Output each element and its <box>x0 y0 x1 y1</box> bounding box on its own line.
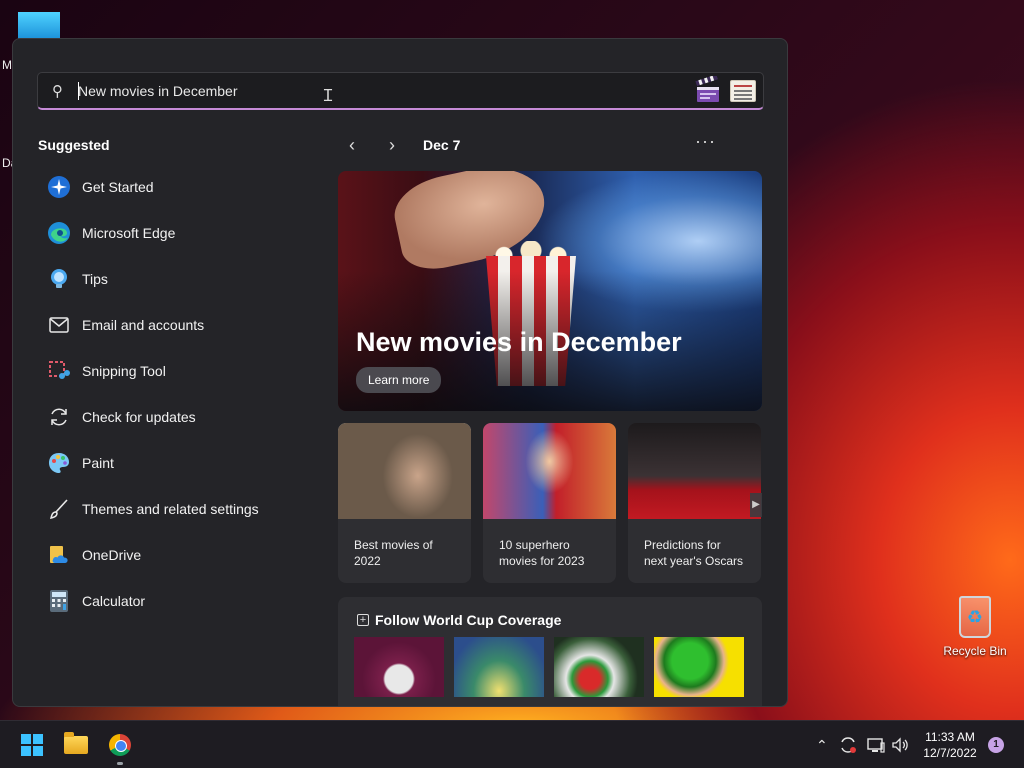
chrome-button[interactable] <box>100 729 140 761</box>
world-cup-thumbnail[interactable] <box>554 637 644 697</box>
search-box[interactable]: ⚲ Ｉ <box>37 72 764 110</box>
suggested-item-microsoft-edge[interactable]: Microsoft Edge <box>46 210 316 256</box>
snipping-tool-icon <box>46 358 72 384</box>
desktop-label-fragment: M <box>2 58 12 72</box>
highlight-card[interactable]: 10 superhero movies for 2023 <box>483 423 616 583</box>
windows-logo-icon <box>21 734 43 756</box>
learn-more-button[interactable]: Learn more <box>356 367 442 393</box>
desktop-icon[interactable] <box>18 12 60 40</box>
suggested-item-label: Paint <box>82 455 114 471</box>
suggested-item-get-started[interactable]: Get Started <box>46 164 316 210</box>
suggested-item-label: Microsoft Edge <box>82 225 176 241</box>
add-icon: + <box>357 614 369 626</box>
hero-card[interactable]: New movies in December Learn more <box>338 171 762 411</box>
highlight-card[interactable]: Best movies of 2022 <box>338 423 471 583</box>
sync-icon[interactable] <box>838 721 858 768</box>
recycle-bin-label: Recycle Bin <box>943 644 1007 658</box>
highlights-date: Dec 7 <box>423 137 461 153</box>
hero-title: New movies in December <box>356 327 682 357</box>
suggested-item-label: Calculator <box>82 593 146 609</box>
chevron-right-icon[interactable]: › <box>389 135 395 156</box>
onedrive-icon <box>46 542 72 568</box>
scroll-right-icon[interactable]: ▶ <box>750 493 762 517</box>
ibeam-cursor-icon: Ｉ <box>320 88 337 105</box>
notification-badge[interactable]: 1 <box>988 737 1004 753</box>
chevron-left-icon[interactable]: ‹ <box>349 135 355 156</box>
suggested-item-label: Email and accounts <box>82 317 205 333</box>
clapperboard-icon[interactable] <box>694 76 722 104</box>
taskbar: ⌃ 11:33 AM 12/7/2022 1 <box>0 720 1024 768</box>
suggested-list: Get Started Microsoft Edge Tips Email an… <box>46 164 316 624</box>
calculator-icon <box>46 588 72 614</box>
chevron-up-icon[interactable]: ⌃ <box>816 721 828 768</box>
suggested-item-tips[interactable]: Tips <box>46 256 316 302</box>
suggested-item-label: OneDrive <box>82 547 142 563</box>
suggested-item-calculator[interactable]: Calculator <box>46 578 316 624</box>
suggested-item-label: Get Started <box>82 179 154 195</box>
file-explorer-button[interactable] <box>56 729 96 761</box>
suggested-item-snipping-tool[interactable]: Snipping Tool <box>46 348 316 394</box>
refresh-icon <box>46 404 72 430</box>
recycle-bin-icon: ♻ <box>959 596 991 638</box>
chrome-icon <box>109 734 131 756</box>
card-caption: Best movies of 2022 <box>354 538 433 568</box>
suggested-item-label: Themes and related settings <box>82 501 259 517</box>
get-started-icon <box>46 174 72 200</box>
news-icon[interactable] <box>730 80 756 102</box>
brush-icon <box>46 496 72 522</box>
world-cup-thumbnail[interactable] <box>454 637 544 697</box>
search-icon: ⚲ <box>52 83 63 100</box>
card-image <box>483 423 616 519</box>
paint-icon <box>46 450 72 476</box>
suggested-item-label: Tips <box>82 271 108 287</box>
card-caption: Predictions for next year's Oscars <box>644 538 743 568</box>
suggested-item-check-updates[interactable]: Check for updates <box>46 394 316 440</box>
suggested-item-email-accounts[interactable]: Email and accounts <box>46 302 316 348</box>
clock[interactable]: 11:33 AM 12/7/2022 <box>918 729 982 761</box>
suggested-item-paint[interactable]: Paint <box>46 440 316 486</box>
suggested-item-label: Snipping Tool <box>82 363 166 379</box>
start-button[interactable] <box>12 729 52 761</box>
mail-icon <box>46 312 72 338</box>
highlight-cards: Best movies of 2022 10 superhero movies … <box>338 423 762 583</box>
search-input[interactable] <box>78 79 478 103</box>
highlights-nav: ‹ › Dec 7 ··· <box>349 131 749 156</box>
volume-icon[interactable] <box>890 721 910 768</box>
search-panel: ⚲ Ｉ Suggested Get Started <box>12 38 788 707</box>
card-caption: 10 superhero movies for 2023 <box>499 538 585 568</box>
clock-time: 11:33 AM <box>925 730 975 744</box>
follow-title: Follow World Cup Coverage <box>375 612 562 628</box>
card-image <box>338 423 471 519</box>
suggested-item-onedrive[interactable]: OneDrive <box>46 532 316 578</box>
network-icon[interactable] <box>866 721 886 768</box>
world-cup-thumbnail[interactable] <box>654 637 744 697</box>
text-caret <box>78 82 79 100</box>
card-image <box>628 423 761 519</box>
recycle-bin-shortcut[interactable]: ♻ Recycle Bin <box>940 596 1010 658</box>
tips-icon <box>46 266 72 292</box>
suggested-heading: Suggested <box>38 137 110 153</box>
more-icon[interactable]: ··· <box>695 131 716 152</box>
suggested-item-label: Check for updates <box>82 409 196 425</box>
clock-date: 12/7/2022 <box>923 746 977 760</box>
running-indicator <box>117 762 123 765</box>
suggested-item-themes[interactable]: Themes and related settings <box>46 486 316 532</box>
highlight-card[interactable]: Predictions for next year's Oscars <box>628 423 761 583</box>
edge-icon <box>46 220 72 246</box>
folder-icon <box>64 732 88 754</box>
follow-card[interactable]: + Follow World Cup Coverage <box>338 597 762 706</box>
world-cup-thumbnail[interactable] <box>354 637 444 697</box>
